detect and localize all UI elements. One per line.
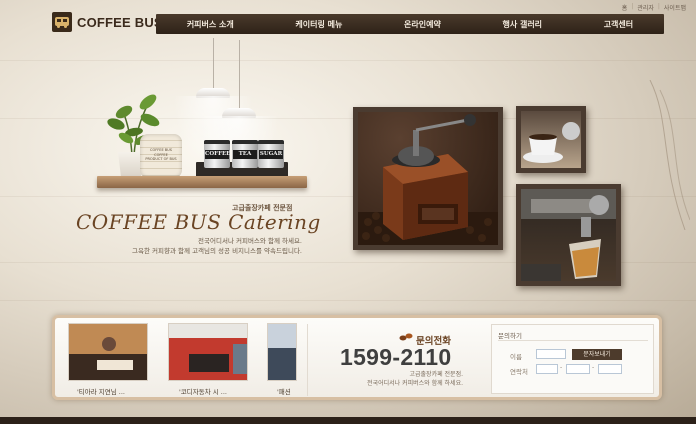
sugar-canister: SUGAR <box>258 140 284 168</box>
phone-label: 연락처 <box>510 368 528 376</box>
canister-label-coffee: COFFEE <box>205 150 231 159</box>
coffee-grinder-image <box>358 114 498 245</box>
hero-description: 전국어디서나 커피버스와 함께 하세요. 그윽한 커피향과 함께 고객님의 성공… <box>132 236 302 256</box>
coffee-cask: COFFEE BUS COFFEE PRODUCT OF BUS <box>140 134 182 178</box>
phone-dash: - <box>560 364 563 371</box>
utility-admin-link[interactable]: 관리자 <box>637 3 654 12</box>
wooden-shelf <box>97 176 307 188</box>
divider <box>307 324 308 396</box>
canister-label-sugar: SUGAR <box>259 150 283 159</box>
espresso-machine-image <box>521 189 616 281</box>
nav-item-event-gallery[interactable]: 행사 갤러리 <box>502 19 542 30</box>
hero-desc-line1: 전국어디서나 커피버스와 함께 하세요. <box>198 237 302 245</box>
gallery-caption-1[interactable]: '티아라 지연님 ... <box>77 386 125 396</box>
nav-item-catering-menu[interactable]: 케이터링 메뉴 <box>295 19 342 30</box>
main-nav: 커피버스 소개 케이터링 메뉴 온라인예약 행사 갤러리 고객센터 <box>156 14 664 34</box>
gallery-caption-2[interactable]: '코디자동차 시 ... <box>179 386 227 396</box>
inquiry-title: 문의하기 <box>498 332 522 340</box>
hero-desc-line2: 그윽한 커피향과 함께 고객님의 성공 비지니스를 약속드립니다. <box>132 247 302 255</box>
logo-text: COFFEE BUS <box>77 14 163 30</box>
coffee-beans-icon <box>399 333 413 341</box>
contact-desc-line2: 전국어디서나 커피버스와 함께 하세요. <box>367 380 463 387</box>
name-label: 이름 <box>510 353 522 361</box>
phone-input-2[interactable] <box>566 364 590 374</box>
logo-bus-icon <box>52 12 72 32</box>
canister-label-tea: TEA <box>233 150 257 159</box>
inquiry-form: 문의하기 이름 문자보내기 연락처 - - <box>491 324 654 394</box>
utility-separator: | <box>631 3 634 10</box>
photo-coffee-cup <box>516 106 586 173</box>
utility-separator: | <box>657 3 660 10</box>
divider <box>498 340 648 341</box>
site-logo[interactable]: COFFEE BUS <box>52 12 163 32</box>
photo-espresso-machine <box>516 184 621 286</box>
wood-grain <box>0 300 696 301</box>
send-sms-button[interactable]: 문자보내기 <box>572 349 622 360</box>
footer-strip <box>0 417 696 424</box>
gallery-thumb-3[interactable] <box>267 323 297 381</box>
decorative-lines <box>649 80 690 230</box>
wood-grain <box>0 60 696 61</box>
contact-description: 고급출장카페 전문점. 전국어디서나 커피버스와 함께 하세요. <box>327 370 463 388</box>
utility-links: 홈 | 관리자 | 사이트맵 <box>622 3 686 12</box>
nav-item-about[interactable]: 커피버스 소개 <box>187 19 234 30</box>
nav-item-customer-center[interactable]: 고객센터 <box>604 19 633 30</box>
cask-label: COFFEE BUS COFFEE PRODUCT OF BUS <box>145 148 177 161</box>
utility-home-link[interactable]: 홈 <box>622 3 628 12</box>
gallery-thumb-1[interactable] <box>68 323 148 381</box>
tea-canister: TEA <box>232 140 258 168</box>
phone-input-3[interactable] <box>598 364 622 374</box>
gallery-caption-3[interactable]: '패션 <box>277 386 291 396</box>
nav-item-online-reservation[interactable]: 온라인예약 <box>404 19 441 30</box>
utility-sitemap-link[interactable]: 사이트맵 <box>664 3 686 12</box>
contact-phone-number[interactable]: 1599-2110 <box>340 344 451 371</box>
phone-dash: - <box>592 364 595 371</box>
phone-input-1[interactable] <box>536 364 558 374</box>
hero-headline: COFFEE BUS Catering <box>76 210 321 234</box>
contact-desc-line1: 고급출장카페 전문점. <box>409 371 464 378</box>
coffee-cup-image <box>523 122 580 163</box>
gallery-thumb-2[interactable] <box>168 323 248 381</box>
bottom-panel: '티아라 지연님 ... '코디자동차 시 ... '패션 문의전화 1599-… <box>52 315 662 400</box>
coffee-canister: COFFEE <box>204 140 230 168</box>
page: 홈 | 관리자 | 사이트맵 COFFEE BUS 커피버스 소개 케이터링 메… <box>0 0 696 424</box>
name-input[interactable] <box>536 349 566 359</box>
photo-coffee-grinder <box>353 107 503 250</box>
